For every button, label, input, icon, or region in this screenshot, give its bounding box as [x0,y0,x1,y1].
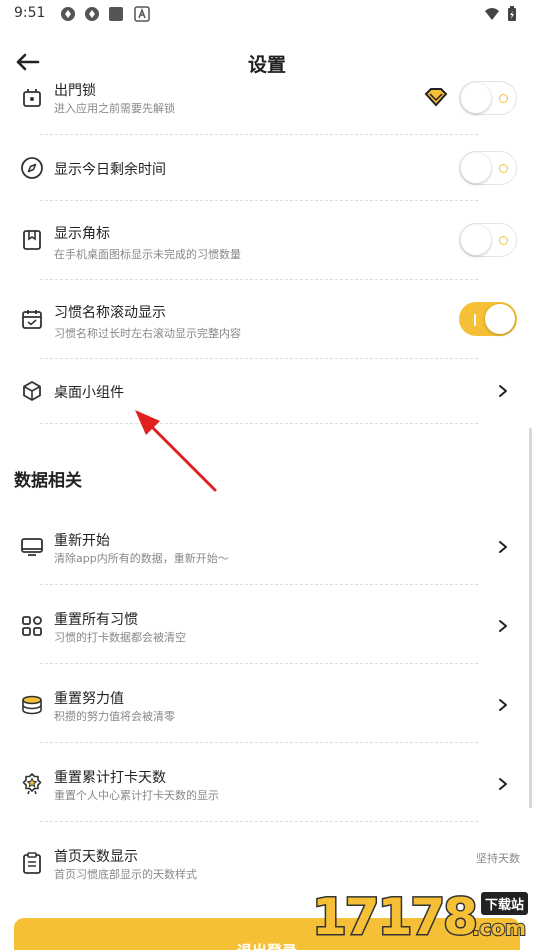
divider [40,358,478,359]
watermark-tag: 下载站 [480,892,528,915]
data-subtitle: 重置个人中心累计打卡天数的显示 [54,789,219,802]
toggle-on-bar [474,314,476,326]
status-time: 9:51 [14,5,46,21]
monitor-icon [21,538,43,556]
setting-title: 显示今日剩余时间 [54,162,166,178]
setting-subtitle: 在手机桌面图标显示未完成的习惯数量 [54,248,241,261]
home-days-value: 坚持天数 [476,852,520,865]
watermark-suffix: .com [471,915,527,941]
vip-diamond-icon [424,88,448,107]
watermark-digits: 17178 [311,887,480,948]
divider [40,423,478,424]
coins-icon [22,695,42,715]
data-row-reset-habits[interactable]: 重置所有习惯 习惯的打卡数据都会被清空 [0,604,534,660]
divider [40,279,478,280]
data-title: 重置累计打卡天数 [54,770,166,786]
sync-icon-2 [85,7,99,21]
watermark-logo: 17178 下载站 .com [311,886,534,950]
setting-title: 出門锁 [54,83,96,99]
setting-row-widget[interactable]: 桌面小组件 [0,370,534,414]
data-row-restart[interactable]: 重新开始 清除app内所有的数据，重新开始～ [0,525,534,581]
scroll-name-toggle[interactable] [459,302,517,336]
remaining-time-toggle[interactable] [459,151,517,185]
setting-row-scroll-name[interactable]: 习惯名称滚动显示 习惯名称过长时左右滚动显示完整内容 [0,293,534,349]
data-title: 重置努力值 [54,691,124,707]
arrow-shaft [148,423,217,492]
star-badge-icon [22,773,42,795]
data-title: 首页天数显示 [54,849,138,865]
setting-subtitle: 进入应用之前需要先解锁 [54,102,175,115]
divider [40,663,478,664]
battery-icon [508,6,516,21]
data-row-reset-effort[interactable]: 重置努力值 积攒的努力值将会被清零 [0,683,534,739]
toggle-knob [461,225,491,255]
clipboard-icon [23,852,41,874]
grid-icon [22,616,42,636]
bookmark-icon [23,230,41,250]
setting-subtitle: 习惯名称过长时左右滚动显示完整内容 [54,327,241,340]
toggle-knob [485,304,515,334]
setting-title: 显示角标 [54,226,110,242]
toggle-knob [461,153,491,183]
calendar-icon [22,310,42,329]
divider [40,134,478,135]
setting-row-remaining-time[interactable]: 显示今日剩余时间 [0,146,534,192]
chevron-right-icon [499,620,507,632]
toggle-off-dot [499,94,508,103]
page-title: 设置 [247,54,286,76]
setting-row-badge[interactable]: 显示角标 在手机桌面图标显示未完成的习惯数量 [0,214,534,270]
widget-icon [23,381,41,401]
data-subtitle: 清除app内所有的数据，重新开始～ [54,552,229,565]
chevron-right-icon [499,699,507,711]
chevron-right-icon [499,541,507,553]
data-row-reset-checkin-days[interactable]: 重置累计打卡天数 重置个人中心累计打卡天数的显示 [0,762,534,818]
section-title-data: 数据相关 [14,471,82,491]
data-title: 重置所有习惯 [54,612,138,628]
toggle-knob [461,83,491,113]
toggle-off-dot [499,164,508,173]
chevron-right-icon [499,385,507,397]
scrollbar[interactable] [529,428,532,808]
divider [40,200,478,201]
divider [40,584,478,585]
square-icon [109,7,123,21]
compass-icon [21,157,43,179]
setting-title: 习惯名称滚动显示 [54,305,166,321]
status-bar: 9:51 [0,0,534,28]
data-subtitle: 习惯的打卡数据都会被清空 [54,631,186,644]
a-icon [134,6,150,22]
divider [40,742,478,743]
setting-row-lock[interactable]: 出門锁 进入应用之前需要先解锁 [0,81,534,138]
header: 设置 [0,40,534,84]
data-subtitle: 积攒的努力值将会被清零 [54,710,175,723]
lock-icon [23,89,41,107]
setting-title: 桌面小组件 [54,385,124,401]
data-title: 重新开始 [54,533,110,549]
lock-toggle[interactable] [459,81,517,115]
wifi-icon [485,8,499,20]
sync-icon [61,7,75,21]
chevron-right-icon [499,778,507,790]
toggle-off-dot [499,236,508,245]
badge-toggle[interactable] [459,223,517,257]
data-subtitle: 首页习惯底部显示的天数样式 [54,868,197,881]
divider [40,821,478,822]
